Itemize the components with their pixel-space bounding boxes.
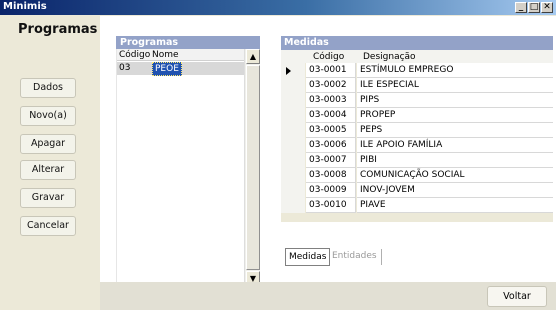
cell-codigo[interactable]: 03-0008 (306, 168, 356, 183)
row-indicator (281, 63, 305, 78)
cell-designacao[interactable]: PIPS (357, 93, 553, 108)
dados-button[interactable]: Dados (20, 78, 76, 98)
medidas-column-header: Código Designação (281, 50, 553, 63)
sidebar-heading: Programas (18, 22, 98, 37)
cell-codigo[interactable]: 03-0001 (306, 63, 356, 78)
table-row[interactable]: 03-0006 ILE APOIO FAMÍLIA (281, 138, 553, 153)
cell-codigo[interactable]: 03-0005 (306, 123, 356, 138)
column-header-codigo[interactable]: Código (119, 50, 150, 60)
cell-codigo[interactable]: 03-0010 (306, 198, 356, 213)
medidas-panel-title: Medidas (281, 36, 553, 50)
programas-column-header: Código Nome (117, 49, 245, 61)
apagar-button[interactable]: Apagar (20, 134, 76, 154)
table-row[interactable]: 03-0005 PEPS (281, 123, 553, 138)
row-indicator (281, 168, 305, 183)
cancelar-button[interactable]: Cancelar (20, 216, 76, 236)
cell-codigo[interactable]: 03-0002 (306, 78, 356, 93)
tab-divider (381, 249, 382, 265)
table-row[interactable]: 03-0003 PIPS (281, 93, 553, 108)
minimize-button[interactable]: _ (515, 2, 527, 13)
main-content: Programas Código Nome 03 PEOE ▲ ▼ Medida… (100, 16, 556, 288)
table-row[interactable]: 03 PEOE (117, 62, 245, 76)
row-indicator (281, 138, 305, 153)
alterar-button[interactable]: Alterar (20, 160, 76, 180)
table-row[interactable]: 03-0008 COMUNICAÇÃO SOCIAL (281, 168, 553, 183)
row-indicator (281, 78, 305, 93)
novo-button[interactable]: Novo(a) (20, 106, 76, 126)
cell-designacao[interactable]: ILE ESPECIAL (357, 78, 553, 93)
cell-designacao[interactable]: ESTÍMULO EMPREGO (357, 63, 553, 78)
cell-codigo[interactable]: 03 (119, 63, 130, 73)
column-header-nome[interactable]: Nome (152, 50, 179, 60)
programas-grid[interactable]: Código Nome 03 PEOE (116, 49, 245, 288)
table-row[interactable]: 03-0001 ESTÍMULO EMPREGO (281, 63, 553, 78)
table-row[interactable]: 03-0009 INOV-JOVEM (281, 183, 553, 198)
cell-designacao[interactable]: INOV-JOVEM (357, 183, 553, 198)
cell-codigo[interactable]: 03-0003 (306, 93, 356, 108)
title-bar: Minimis _ □ ✕ (0, 0, 556, 15)
window-title: Minimis (3, 1, 47, 12)
tab-medidas[interactable]: Medidas (285, 248, 331, 266)
cell-designacao[interactable]: PIAVE (357, 198, 553, 213)
bottom-bar: Voltar (100, 282, 556, 310)
cell-designacao[interactable]: COMUNICAÇÃO SOCIAL (357, 168, 553, 183)
current-row-arrow-icon (286, 67, 291, 75)
scroll-thumb[interactable] (246, 65, 260, 270)
cell-codigo[interactable]: 03-0009 (306, 183, 356, 198)
table-row[interactable]: 03-0002 ILE ESPECIAL (281, 78, 553, 93)
cell-codigo[interactable]: 03-0007 (306, 153, 356, 168)
close-button[interactable]: ✕ (541, 2, 553, 13)
column-header-designacao[interactable]: Designação (363, 52, 416, 62)
programas-scrollbar[interactable]: ▲ ▼ (244, 49, 260, 288)
cell-codigo[interactable]: 03-0006 (306, 138, 356, 153)
column-header-codigo[interactable]: Código (313, 52, 344, 62)
cell-codigo[interactable]: 03-0004 (306, 108, 356, 123)
row-indicator (281, 108, 305, 123)
gravar-button[interactable]: Gravar (20, 188, 76, 208)
row-indicator (281, 198, 305, 213)
row-indicator (281, 123, 305, 138)
cell-nome-selected[interactable]: PEOE (152, 62, 182, 76)
row-indicator (281, 93, 305, 108)
table-row[interactable]: 03-0007 PIBI (281, 153, 553, 168)
cell-designacao[interactable]: PROPEP (357, 108, 553, 123)
cell-designacao[interactable]: PIBI (357, 153, 553, 168)
medidas-grid[interactable]: Código Designação 03-0001 ESTÍMULO EMPRE… (281, 50, 553, 222)
cell-designacao[interactable]: PEPS (357, 123, 553, 138)
row-indicator (281, 153, 305, 168)
row-indicator (281, 183, 305, 198)
programas-panel-title: Programas (116, 36, 260, 49)
maximize-button[interactable]: □ (528, 2, 540, 13)
tab-entidades[interactable]: Entidades (329, 248, 380, 266)
voltar-button[interactable]: Voltar (487, 286, 547, 307)
table-row[interactable]: 03-0010 PIAVE (281, 198, 553, 213)
scroll-up-button[interactable]: ▲ (246, 49, 260, 64)
cell-designacao[interactable]: ILE APOIO FAMÍLIA (357, 138, 553, 153)
table-row[interactable]: 03-0004 PROPEP (281, 108, 553, 123)
